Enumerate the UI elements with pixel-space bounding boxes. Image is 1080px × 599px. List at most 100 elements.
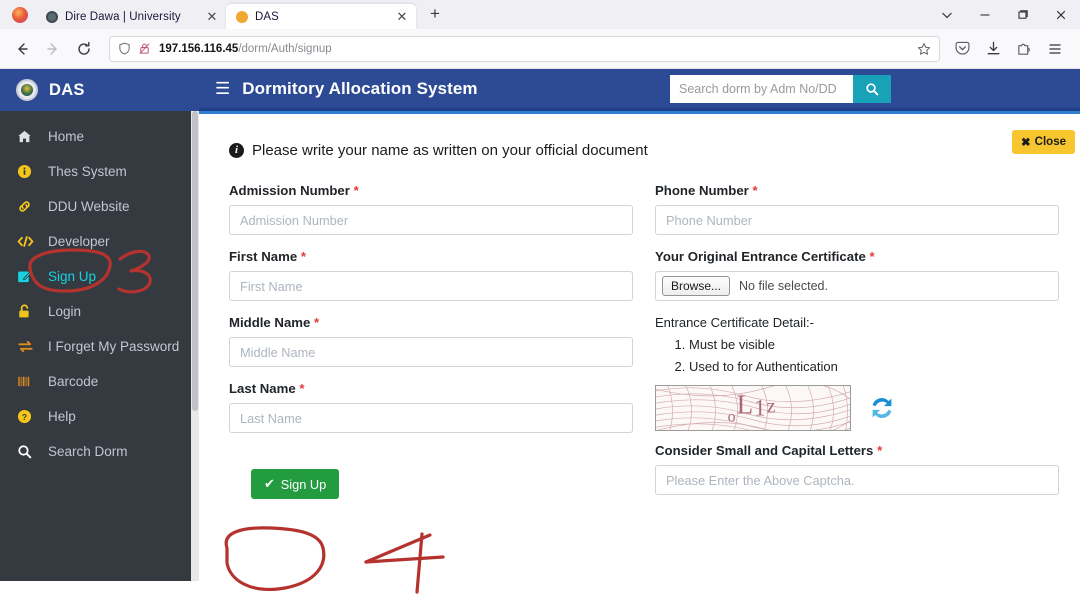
sidebar-item-home[interactable]: Home <box>0 119 199 154</box>
brand[interactable]: DAS <box>0 69 199 111</box>
required-marker: * <box>353 183 359 198</box>
downloads-icon[interactable] <box>979 35 1007 63</box>
minimize-icon[interactable] <box>966 0 1004 29</box>
sidebar-item-developer[interactable]: Developer <box>0 224 199 259</box>
barcode-icon <box>17 374 39 389</box>
reload-icon[interactable] <box>70 35 98 63</box>
captcha-char: z <box>766 395 777 418</box>
sidebar-item-label: Barcode <box>48 374 99 389</box>
hamburger-icon[interactable]: ☰ <box>215 80 230 97</box>
list-all-tabs-icon[interactable] <box>928 0 966 29</box>
last-name-input[interactable] <box>229 403 633 433</box>
dorm-search <box>670 74 891 103</box>
field-last-name: Last Name * <box>229 381 633 433</box>
list-item: Must be visible <box>689 336 1059 354</box>
middle-name-input[interactable] <box>229 337 633 367</box>
extensions-icon[interactable] <box>1010 35 1038 63</box>
content-panel: ✖ Close i Please write your name as writ… <box>199 114 1080 599</box>
close-icon: ✖ <box>1021 137 1031 149</box>
pocket-icon[interactable] <box>948 35 976 63</box>
search-button[interactable] <box>853 74 891 103</box>
sidebar-item-login[interactable]: Login <box>0 294 199 329</box>
app-menu-icon[interactable] <box>1041 35 1069 63</box>
required-marker: * <box>877 443 883 459</box>
bookmark-star-icon[interactable] <box>917 42 931 56</box>
sidebar-item-label: I Forget My Password <box>48 339 180 354</box>
browser-tab-1[interactable]: Dire Dawa | University ✕ <box>36 4 226 29</box>
captcha-char: L <box>736 389 755 420</box>
captcha-input[interactable] <box>655 465 1059 496</box>
list-item: Used to for Authentication <box>689 358 1059 376</box>
sidebar-item-label: Login <box>48 304 82 319</box>
page-title: Dormitory Allocation System <box>242 78 478 98</box>
first-name-input[interactable] <box>229 271 633 301</box>
new-tab-button[interactable]: + <box>424 4 446 26</box>
sidebar-item-barcode[interactable]: Barcode <box>0 364 199 399</box>
info-icon <box>17 164 39 179</box>
shield-icon <box>118 42 131 55</box>
sidebar-item-help[interactable]: ? Help <box>0 399 199 434</box>
search-icon <box>17 444 39 459</box>
file-input[interactable]: Browse... No file selected. <box>655 271 1059 301</box>
field-label: Last Name * <box>229 381 633 396</box>
signup-button[interactable]: ✔ Sign Up <box>251 469 340 499</box>
sidebar-item-label: Sign Up <box>48 269 97 284</box>
maximize-icon[interactable] <box>1004 0 1042 29</box>
label-text: Last Name <box>229 381 296 396</box>
question-icon: ? <box>17 409 39 424</box>
main-area: ☰ Dormitory Allocation System ✖ Close i <box>199 69 1080 599</box>
tab-title: DAS <box>255 10 279 23</box>
sidebar-item-label: Home <box>48 129 85 144</box>
back-icon[interactable] <box>8 35 36 63</box>
firefox-logo-icon <box>12 7 28 23</box>
sidebar-item-label: DDU Website <box>48 199 130 214</box>
orange-dot-icon <box>236 10 248 23</box>
label-text: Phone Number <box>655 183 749 198</box>
browse-button[interactable]: Browse... <box>662 276 731 296</box>
form-column-right: Phone Number * Your Original Entrance Ce… <box>655 183 1059 509</box>
admission-number-input[interactable] <box>229 205 633 235</box>
browser-window: Dire Dawa | University ✕ DAS ✕ + 197.156… <box>0 0 1080 599</box>
brand-title: DAS <box>49 80 85 99</box>
address-bar[interactable]: 197.156.116.45/dorm/Auth/signup <box>109 35 940 62</box>
unlock-icon <box>17 304 39 319</box>
label-text: First Name <box>229 249 298 264</box>
close-icon[interactable]: ✕ <box>394 9 410 25</box>
sidebar-item-ddu-website[interactable]: DDU Website <box>0 189 199 224</box>
alert-message: i Please write your name as written on y… <box>217 114 1069 169</box>
submit-area: ✔ Sign Up <box>229 447 633 499</box>
sidebar-item-sign-up[interactable]: Sign Up <box>0 259 199 294</box>
sidebar-item-label: Thes System <box>48 164 127 179</box>
close-window-icon[interactable] <box>1042 0 1080 29</box>
sidebar-scrollbar-thumb[interactable] <box>192 111 198 411</box>
label-text: Consider Small and Capital Letters <box>655 443 874 459</box>
top-navbar: ☰ Dormitory Allocation System <box>199 69 1080 111</box>
signup-label: Sign Up <box>280 476 327 492</box>
sidebar-item-search-dorm[interactable]: Search Dorm <box>0 434 199 469</box>
close-alert-button[interactable]: ✖ Close <box>1012 130 1075 154</box>
field-label: Consider Small and Capital Letters * <box>655 443 1059 458</box>
sidebar-nav: Home Thes System DDU Website Developer S… <box>0 111 199 469</box>
sidebar-scrollbar[interactable] <box>191 111 199 581</box>
field-label: Your Original Entrance Certificate * <box>655 249 1059 264</box>
close-icon[interactable]: ✕ <box>204 9 220 25</box>
university-seal-icon <box>16 79 38 101</box>
refresh-captcha-icon[interactable] <box>867 393 897 423</box>
field-label: First Name * <box>229 249 633 264</box>
signup-form: Admission Number * First Name * <box>217 169 1069 509</box>
phone-number-input[interactable] <box>655 205 1059 235</box>
forward-icon <box>39 35 67 63</box>
sidebar-item-i-forget-my-password[interactable]: I Forget My Password <box>0 329 199 364</box>
url-text: 197.156.116.45/dorm/Auth/signup <box>159 42 332 55</box>
file-status-text: No file selected. <box>739 279 828 293</box>
captcha-char: o <box>727 408 737 426</box>
tab-strip: Dire Dawa | University ✕ DAS ✕ + <box>0 0 1080 29</box>
browser-toolbar: 197.156.116.45/dorm/Auth/signup <box>0 29 1080 69</box>
search-input[interactable] <box>670 74 853 103</box>
browser-tab-2[interactable]: DAS ✕ <box>226 4 416 29</box>
info-circle-icon: i <box>229 143 244 158</box>
sidebar-item-thes-system[interactable]: Thes System <box>0 154 199 189</box>
captcha-char: 1 <box>754 395 767 421</box>
captcha-text: oL1z <box>728 390 777 427</box>
field-label: Admission Number * <box>229 183 633 198</box>
